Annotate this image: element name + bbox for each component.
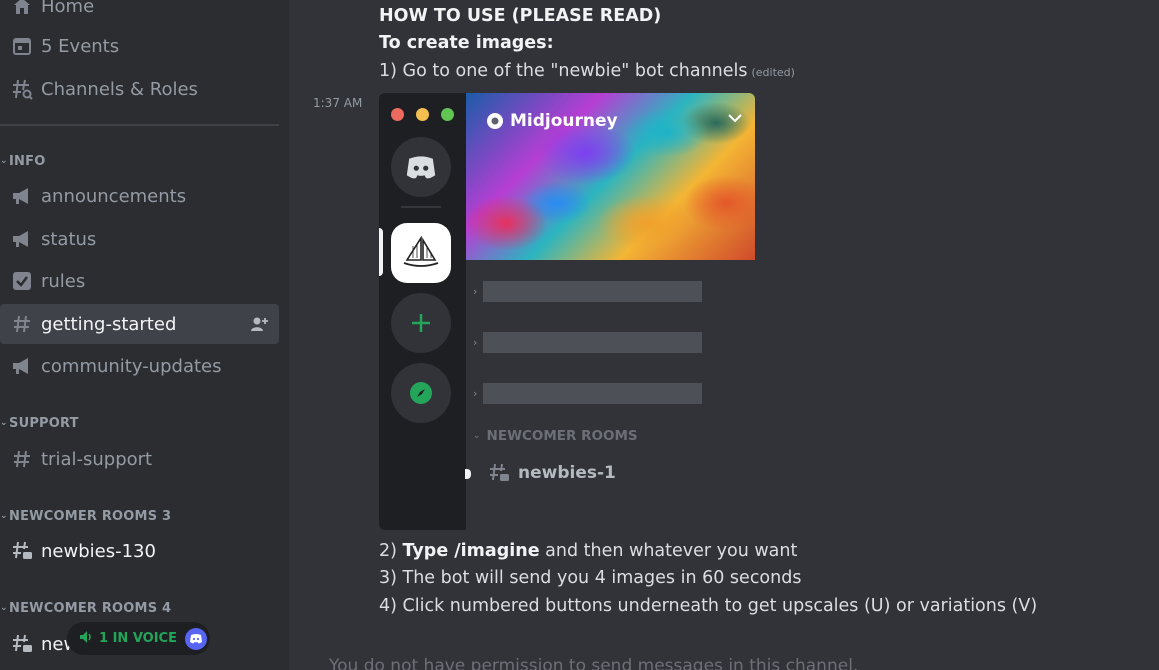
step-2-rest: and then whatever you want	[539, 541, 798, 561]
unread-indicator	[465, 469, 471, 479]
category-newcomer-rooms-4[interactable]: ⌄ NEWCOMER ROOMS 4	[0, 598, 171, 618]
sidebar-item-label: Home	[41, 0, 95, 17]
embedded-channel-item: newbies-1	[487, 462, 616, 484]
megaphone-icon	[10, 227, 34, 251]
server-name-text: Midjourney	[510, 111, 618, 131]
checkbox-icon	[10, 269, 34, 293]
category-label: NEWCOMER ROOMS 3	[9, 508, 172, 524]
window-close-dot	[391, 108, 404, 121]
chevron-right-icon: ›	[473, 386, 478, 400]
embedded-category-text: NEWCOMER ROOMS	[486, 428, 638, 444]
chevron-down-icon: ⌄	[0, 156, 8, 166]
voice-count-label: 1 IN VOICE	[99, 631, 177, 646]
compass-icon	[391, 363, 451, 423]
sidebar-item-label: newbies-130	[41, 540, 156, 562]
message-step-4: 4) Click numbered buttons underneath to …	[379, 596, 1038, 616]
chevron-down-icon: ⌄	[0, 418, 8, 428]
message-heading: HOW TO USE (PLEASE READ)	[379, 6, 662, 26]
chevron-right-icon: ›	[473, 284, 478, 298]
window-maximize-dot	[441, 108, 454, 121]
redacted-bar	[483, 382, 702, 404]
threaded-channel-icon	[10, 632, 34, 656]
sidebar-item-rules[interactable]: rules	[0, 261, 279, 301]
sidebar-item-label: announcements	[41, 185, 187, 207]
sidebar-item-trial-support[interactable]: trial-support	[0, 439, 279, 479]
category-label: INFO	[9, 153, 46, 169]
sidebar-item-label: 5 Events	[41, 35, 120, 57]
chevron-down-icon	[727, 111, 743, 127]
gear-badge-icon	[486, 112, 504, 130]
sidebar-item-newbies-130[interactable]: newbies-130	[0, 531, 279, 571]
discord-icon	[184, 627, 207, 650]
megaphone-icon	[10, 354, 34, 378]
home-icon	[10, 0, 34, 18]
server-rail	[379, 93, 466, 530]
hashtag-icon	[10, 312, 34, 336]
collapsed-category-row: ›	[473, 280, 702, 302]
edited-label: (edited)	[751, 66, 795, 79]
sidebar-item-home[interactable]: Home	[0, 0, 279, 26]
midjourney-server-icon	[391, 223, 451, 283]
sidebar-item-getting-started[interactable]: getting-started	[0, 304, 279, 344]
selected-server-indicator	[379, 228, 383, 276]
server-banner: Midjourney	[466, 93, 755, 260]
sidebar-item-label: rules	[41, 270, 86, 292]
sidebar-item-label: Channels & Roles	[41, 78, 198, 100]
channel-sidebar: Home 5 Events Channels & Roles ⌄ INFO an…	[0, 0, 289, 670]
category-info[interactable]: ⌄ INFO	[0, 151, 45, 171]
chat-area: HOW TO USE (PLEASE READ) To create image…	[289, 0, 1159, 670]
discord-home-icon	[391, 137, 451, 197]
rail-separator	[401, 206, 441, 208]
chevron-down-icon: ⌄	[0, 603, 8, 613]
sidebar-item-channels-roles[interactable]: Channels & Roles	[0, 69, 279, 109]
step-1-text: 1) Go to one of the "newbie" bot channel…	[379, 61, 748, 81]
message-step-3: 3) The bot will send you 4 images in 60 …	[379, 568, 802, 588]
category-newcomer-rooms-3[interactable]: ⌄ NEWCOMER ROOMS 3	[0, 506, 171, 526]
collapsed-category-row: ›	[473, 331, 702, 353]
sidebar-item-label: trial-support	[41, 448, 153, 470]
threaded-channel-icon	[10, 539, 34, 563]
sidebar-item-label: status	[41, 228, 97, 250]
step-2-bold: Type /imagine	[402, 541, 540, 561]
server-name: Midjourney	[486, 111, 618, 131]
sidebar-item-label: getting-started	[41, 313, 177, 335]
hashtag-icon	[10, 447, 34, 471]
voice-activity-pill[interactable]: 1 IN VOICE	[67, 622, 210, 655]
add-server-icon	[391, 293, 451, 353]
add-member-icon[interactable]	[249, 314, 269, 334]
sidebar-divider	[0, 124, 279, 126]
redacted-bar	[483, 280, 702, 302]
threaded-channel-icon	[487, 462, 511, 484]
megaphone-icon	[10, 184, 34, 208]
sidebar-item-label: community-updates	[41, 355, 222, 377]
chevron-down-icon: ⌄	[473, 431, 481, 441]
collapsed-category-row: ›	[473, 382, 702, 404]
message-step-2: 2) Type /imagine and then whatever you w…	[379, 541, 797, 561]
embedded-category-label: ⌄ NEWCOMER ROOMS	[473, 428, 638, 444]
redacted-bar	[483, 331, 702, 353]
message-timestamp[interactable]: 1:37 AM	[313, 96, 362, 110]
sidebar-item-community-updates[interactable]: community-updates	[0, 346, 279, 386]
chevron-down-icon: ⌄	[0, 511, 8, 521]
calendar-icon	[10, 34, 34, 58]
category-support[interactable]: ⌄ SUPPORT	[0, 413, 79, 433]
message-subheading: To create images:	[379, 33, 554, 53]
message-step-1: 1) Go to one of the "newbie" bot channel…	[379, 61, 795, 81]
channel-browse-icon	[10, 77, 34, 101]
sidebar-item-status[interactable]: status	[0, 219, 279, 259]
embedded-channel-text: newbies-1	[518, 463, 616, 483]
sidebar-item-announcements[interactable]: announcements	[0, 176, 279, 216]
window-minimize-dot	[416, 108, 429, 121]
category-label: NEWCOMER ROOMS 4	[9, 600, 172, 616]
category-label: SUPPORT	[9, 415, 79, 431]
sidebar-item-events[interactable]: 5 Events	[0, 26, 279, 66]
permission-notice: You do not have permission to send messa…	[329, 656, 859, 670]
embedded-tutorial-image[interactable]: Midjourney › › › ⌄ NEWCOMER ROOMS newbie…	[379, 93, 755, 530]
speaker-icon	[79, 629, 93, 648]
step-2-prefix: 2)	[379, 541, 403, 561]
chevron-right-icon: ›	[473, 335, 478, 349]
